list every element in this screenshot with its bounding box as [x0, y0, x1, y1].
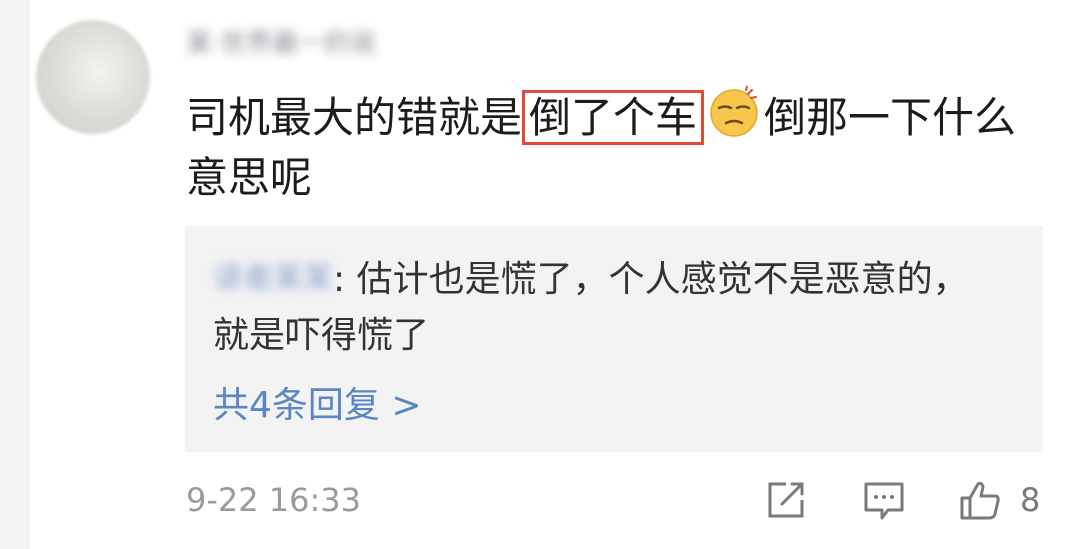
- reply-text-body: : 估计也是慌了，个人感觉不是恶意的，就是吓得慌了: [213, 259, 969, 356]
- reply-text: : 估计也是慌了，个人感觉不是恶意的，就是吓得慌了: [213, 252, 1003, 364]
- comment-text: 司机最大的错就是 倒了个车 倒那一下什么意思呢: [186, 86, 1046, 208]
- like-count: 8: [1020, 481, 1041, 519]
- sweat-smile-emoji-icon: [710, 86, 758, 137]
- comment-text-before: 司机最大的错就是: [186, 93, 523, 142]
- avatar[interactable]: [36, 20, 150, 134]
- comment-icon[interactable]: [862, 478, 906, 522]
- comment-timestamp: 9-22 16:33: [186, 481, 362, 519]
- share-icon[interactable]: [764, 478, 808, 522]
- thumbs-up-icon[interactable]: [958, 478, 1002, 522]
- reply-box[interactable]: 读者某某 : 估计也是慌了，个人感觉不是恶意的，就是吓得慌了 共4条回复 >: [185, 226, 1043, 452]
- highlighted-phrase: 倒了个车: [522, 90, 705, 145]
- comment-username[interactable]: 某·世界最一的说: [186, 24, 376, 64]
- left-edge-strip: [0, 0, 30, 549]
- view-replies-link[interactable]: 共4条回复 >: [213, 378, 422, 434]
